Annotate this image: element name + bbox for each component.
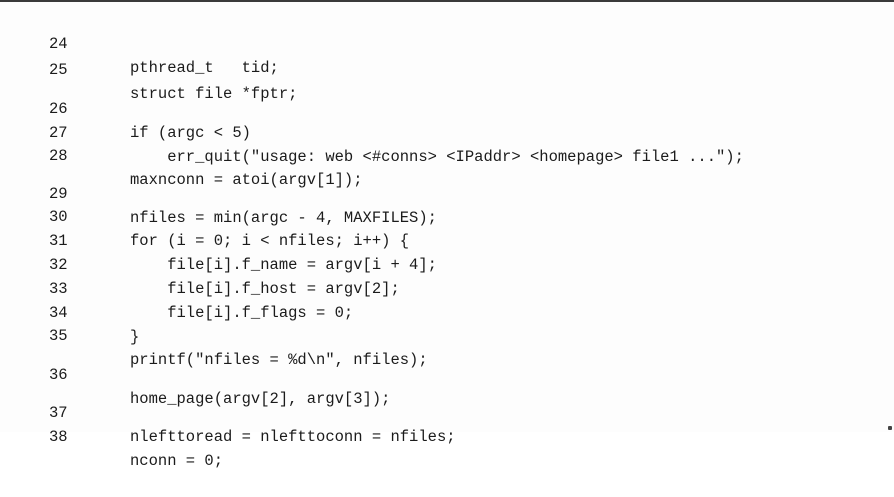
code-line: 33 file[i].f_flags = 0; bbox=[0, 253, 894, 322]
code-line: 24 pthread_t tid; bbox=[0, 8, 894, 77]
code-line: 36 home_page(argv[2], argv[3]); bbox=[0, 339, 894, 408]
code-line: 38 nconn = 0; bbox=[0, 401, 894, 470]
code-text: nconn = 0; bbox=[130, 452, 224, 470]
code-line: 32 file[i].f_host = argv[2]; bbox=[0, 229, 894, 298]
code-line: 31 file[i].f_name = argv[i + 4]; bbox=[0, 205, 894, 274]
code-line: 26 if (argc < 5) bbox=[0, 73, 894, 142]
code-line: 28 maxnconn = atoi(argv[1]); bbox=[0, 120, 894, 189]
code-line: 27 err_quit("usage: web <#conns> <IPaddr… bbox=[0, 97, 894, 166]
code-line: 35 printf("nfiles = %d\n", nfiles); bbox=[0, 300, 894, 369]
code-line: 25 struct file *fptr; bbox=[0, 34, 894, 103]
code-text: nlefttoread = nlefttoconn = nfiles; bbox=[130, 428, 456, 446]
line-number: 38 bbox=[49, 428, 68, 446]
code-line: 29 nfiles = min(argc - 4, MAXFILES); bbox=[0, 158, 894, 227]
code-line: 30 for (i = 0; i < nfiles; i++) { bbox=[0, 181, 894, 250]
code-listing-page: 24 pthread_t tid; 25 struct file *fptr; … bbox=[0, 0, 894, 470]
top-rule bbox=[0, 0, 894, 2]
code-line: 34 } bbox=[0, 277, 894, 346]
code-line: 37 nlefttoread = nlefttoconn = nfiles; bbox=[0, 377, 894, 446]
scan-artifact bbox=[888, 426, 892, 430]
